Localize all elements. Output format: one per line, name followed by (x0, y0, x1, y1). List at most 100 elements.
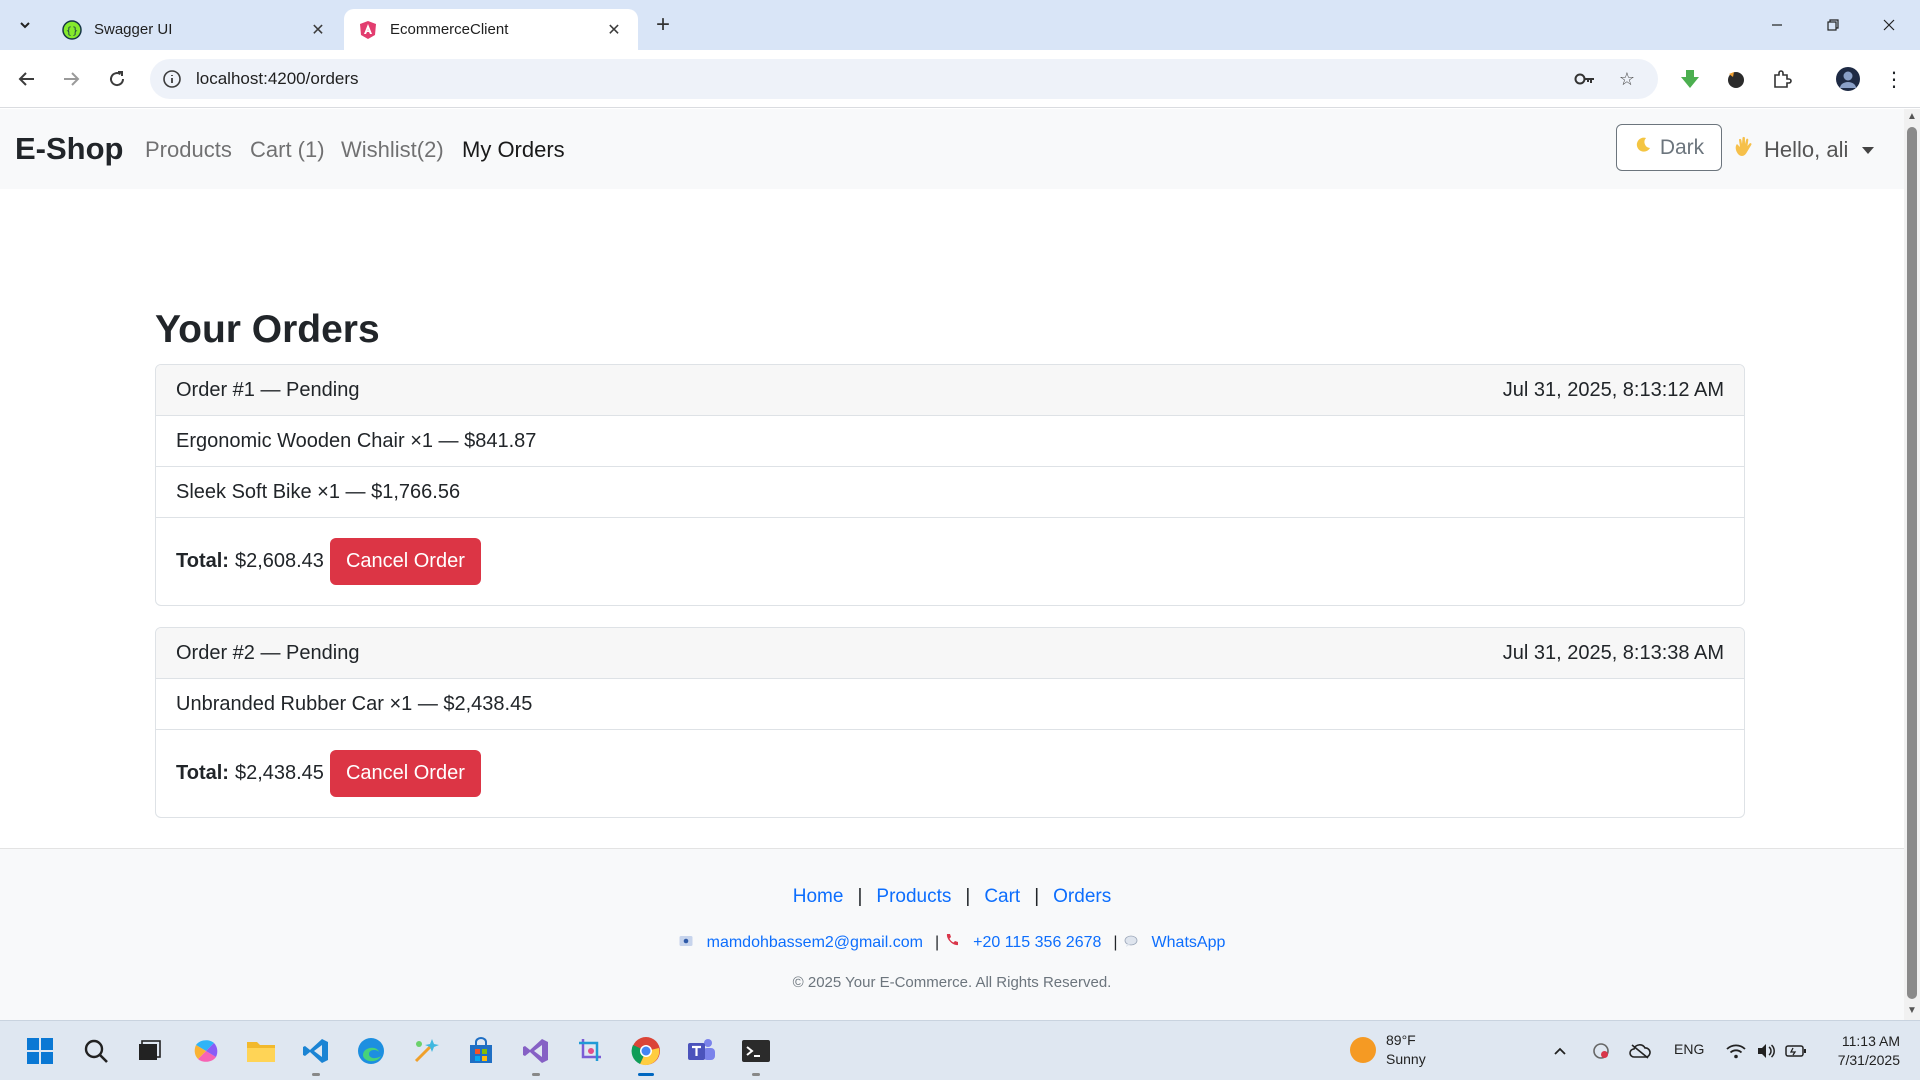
scroll-down-arrow-icon[interactable]: ▼ (1907, 1006, 1917, 1016)
teams-icon (688, 1039, 715, 1060)
task-view-icon (139, 1040, 161, 1060)
puzzle-icon[interactable] (1768, 65, 1796, 93)
cancel-order-button[interactable]: Cancel Order (329, 538, 481, 585)
edge-app[interactable] (353, 1033, 389, 1069)
phone-icon (945, 933, 959, 950)
profile-avatar[interactable] (1834, 65, 1862, 93)
tab-search-button[interactable] (12, 12, 38, 38)
scroll-up-arrow-icon[interactable]: ▲ (1907, 112, 1917, 122)
tab-swagger-ui[interactable]: {} Swagger UI ✕ (48, 9, 342, 50)
cancel-order-button[interactable]: Cancel Order (329, 750, 481, 797)
store-app[interactable] (463, 1033, 499, 1069)
tray-overflow-chevron-up-icon[interactable] (1548, 1039, 1572, 1063)
total-label: Total: (176, 550, 229, 572)
browser-toolbar: localhost:4200/orders ☆ ⋮ (0, 50, 1920, 108)
order-total-row: Total: $2,608.43 Cancel Order (156, 518, 1744, 605)
order-header: Order #2 — Pending Jul 31, 2025, 8:13:38… (156, 628, 1744, 679)
terminal-icon (742, 1040, 770, 1062)
paint-tools-app[interactable] (408, 1033, 444, 1069)
order-card: Order #1 — Pending Jul 31, 2025, 8:13:12… (155, 364, 1745, 606)
close-icon[interactable]: ✕ (604, 20, 624, 40)
windows-logo-icon (27, 1038, 53, 1064)
security-shield-icon[interactable] (1589, 1039, 1613, 1063)
clock-time: 11:13 AM (1841, 1033, 1900, 1049)
chrome-app[interactable] (628, 1033, 664, 1076)
reload-icon (110, 71, 125, 87)
sparkle-tools-icon (414, 1039, 439, 1063)
back-button[interactable] (12, 64, 42, 94)
system-clock[interactable]: 11:13 AM 7/31/2025 (1800, 1032, 1900, 1070)
footer-contact: mamdohbassem2@gmail.com | +20 115 356 267… (0, 933, 1904, 952)
chrome-menu-icon[interactable]: ⋮ (1880, 65, 1908, 93)
snipping-tool-app[interactable] (573, 1033, 609, 1069)
teams-app[interactable] (683, 1033, 719, 1069)
key-icon[interactable] (1574, 68, 1596, 90)
volume-icon[interactable] (1754, 1039, 1778, 1063)
footer-link-home[interactable]: Home (793, 886, 844, 907)
scissors-icon (579, 1039, 601, 1061)
site-footer: Home | Products | Cart | Orders mamdohbassem2@… (0, 848, 1904, 1020)
weather-desc: Sunny (1386, 1051, 1426, 1067)
copilot-icon (194, 1040, 218, 1062)
sun-icon (1350, 1037, 1376, 1063)
terminal-app[interactable] (738, 1033, 774, 1076)
user-menu-dropdown[interactable]: Hello, ali (1732, 135, 1875, 165)
waving-hand-icon (1732, 135, 1756, 165)
separator: | (857, 886, 863, 907)
phone-link[interactable]: +20 115 356 2678 (973, 934, 1101, 951)
page-scrollbar[interactable]: ▲ ▼ (1904, 109, 1920, 1020)
edge-icon (358, 1038, 384, 1064)
nav-link-products[interactable]: Products (145, 137, 232, 163)
svg-text:{}: {} (66, 26, 79, 37)
url-text[interactable]: localhost:4200/orders (196, 69, 359, 89)
address-bar[interactable]: localhost:4200/orders ☆ (150, 59, 1658, 99)
tab-ecommerce-client[interactable]: EcommerceClient ✕ (344, 9, 638, 50)
whatsapp-link[interactable]: WhatsApp (1152, 934, 1226, 951)
weather-widget[interactable]: 89°F Sunny (1350, 1031, 1426, 1069)
close-icon[interactable]: ✕ (308, 20, 328, 40)
copilot-app[interactable] (188, 1033, 224, 1069)
brand-logo[interactable]: E-Shop (15, 131, 124, 167)
order-status: Order #1 — Pending (176, 378, 360, 401)
download-extension-icon[interactable] (1676, 65, 1704, 93)
order-date: Jul 31, 2025, 8:13:38 AM (1502, 641, 1724, 664)
new-tab-button[interactable]: + (650, 13, 676, 39)
email-link[interactable]: mamdohbassem2@gmail.com (707, 934, 923, 951)
footer-link-cart[interactable]: Cart (984, 886, 1020, 907)
angular-icon (360, 20, 376, 39)
vscode-app[interactable] (298, 1033, 334, 1076)
moon-icon (1634, 136, 1652, 160)
reload-button[interactable] (102, 64, 132, 94)
search-button[interactable] (78, 1033, 114, 1069)
close-window-button[interactable] (1866, 10, 1912, 40)
minimize-icon (1772, 24, 1782, 26)
separator: | (1113, 934, 1118, 951)
start-button[interactable] (22, 1033, 58, 1069)
onedrive-cloud-icon[interactable] (1628, 1039, 1652, 1063)
task-view-button[interactable] (131, 1033, 167, 1069)
footer-link-orders[interactable]: Orders (1053, 886, 1111, 907)
caret-down-icon (1862, 146, 1875, 154)
swagger-icon: {} (62, 19, 82, 40)
chevron-down-icon (20, 22, 30, 29)
nav-link-wishlist[interactable]: Wishlist(2) (341, 137, 444, 163)
footer-link-products[interactable]: Products (876, 886, 951, 907)
nav-link-my-orders[interactable]: My Orders (462, 137, 565, 163)
wifi-icon[interactable] (1724, 1039, 1748, 1063)
nav-link-cart[interactable]: Cart (1) (250, 137, 325, 163)
tab-title: Swagger UI (94, 21, 173, 38)
scrollbar-thumb[interactable] (1907, 127, 1917, 999)
restore-button[interactable] (1810, 10, 1856, 40)
bookmark-star-icon[interactable]: ☆ (1616, 68, 1638, 90)
site-info-icon[interactable] (162, 69, 182, 89)
language-indicator[interactable]: ENG (1674, 1041, 1704, 1057)
separator: | (965, 886, 971, 907)
dark-mode-toggle[interactable]: Dark (1616, 124, 1722, 171)
minimize-button[interactable] (1754, 10, 1800, 40)
forward-button[interactable] (56, 64, 86, 94)
file-explorer-app[interactable] (243, 1033, 279, 1069)
extension-icon[interactable] (1722, 65, 1750, 93)
total-label: Total: (176, 762, 229, 784)
visual-studio-app[interactable] (518, 1033, 554, 1076)
visual-studio-icon (523, 1039, 548, 1063)
